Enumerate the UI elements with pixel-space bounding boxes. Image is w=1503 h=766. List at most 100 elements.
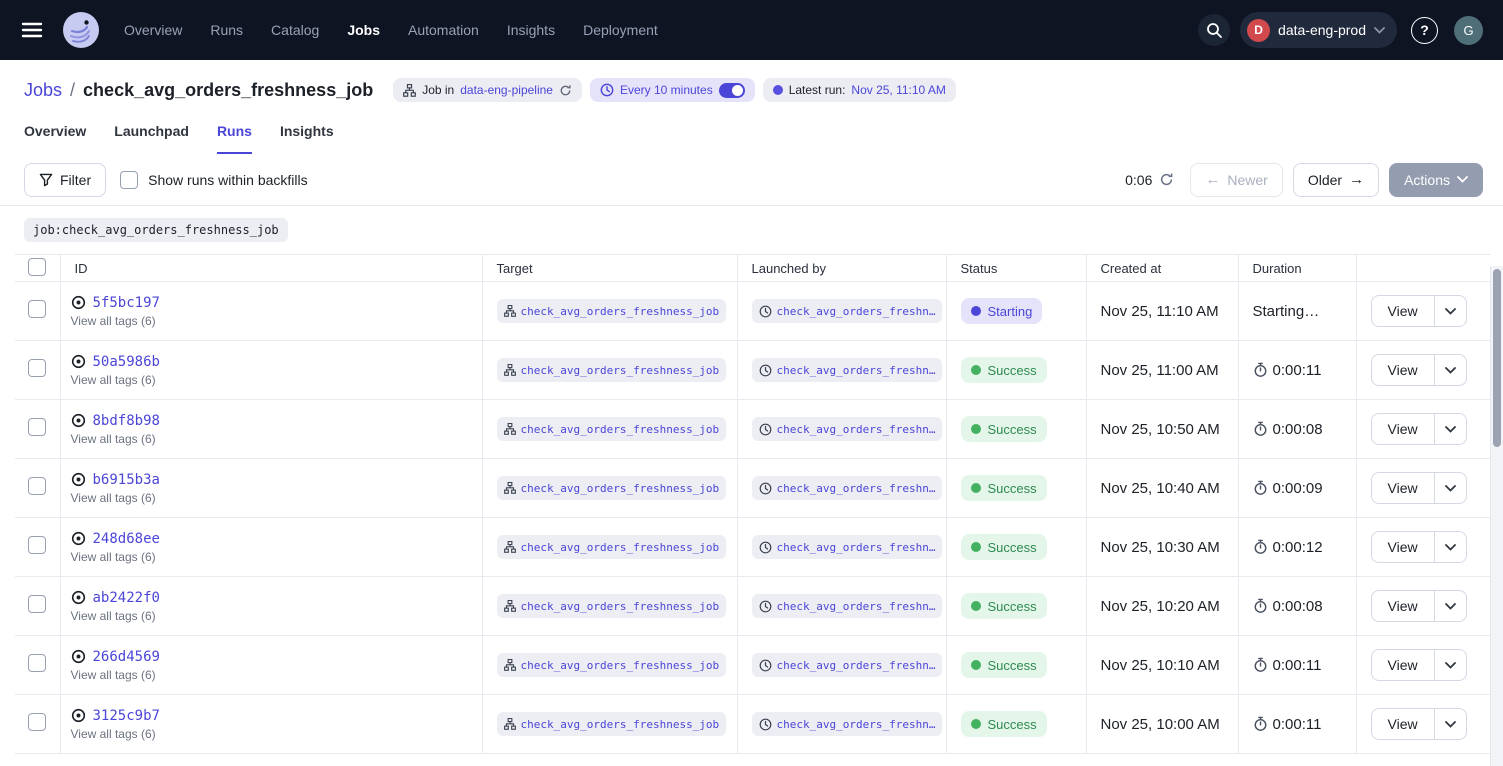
status-badge[interactable]: Success (961, 711, 1047, 737)
nav-item-jobs[interactable]: Jobs (347, 22, 380, 38)
launched-by-pill[interactable]: check_avg_orders_freshn… (752, 594, 943, 618)
view-button[interactable]: View (1372, 355, 1434, 385)
row-checkbox[interactable] (28, 300, 46, 318)
view-all-tags-link[interactable]: View all tags (6) (71, 432, 482, 446)
view-all-tags-link[interactable]: View all tags (6) (71, 550, 482, 564)
reload-icon[interactable] (559, 84, 572, 97)
show-backfills-checkbox[interactable] (120, 171, 138, 189)
view-button[interactable]: View (1372, 296, 1434, 326)
view-button[interactable]: View (1372, 414, 1434, 444)
target-pill[interactable]: check_avg_orders_freshness_job (497, 535, 727, 559)
status-badge[interactable]: Success (961, 475, 1047, 501)
view-button[interactable]: View (1372, 709, 1434, 739)
status-badge[interactable]: Success (961, 416, 1047, 442)
latest-run-link[interactable]: Nov 25, 11:10 AM (851, 83, 946, 97)
view-dropdown-chevron-icon[interactable] (1434, 414, 1466, 444)
launched-by-pill[interactable]: check_avg_orders_freshn… (752, 417, 943, 441)
row-checkbox[interactable] (28, 536, 46, 554)
run-id-link[interactable]: 266d4569 (93, 649, 160, 665)
run-target-icon (71, 590, 86, 605)
target-pill[interactable]: check_avg_orders_freshness_job (497, 476, 727, 500)
launched-by-pill[interactable]: check_avg_orders_freshn… (752, 299, 943, 323)
view-all-tags-link[interactable]: View all tags (6) (71, 727, 482, 741)
clock-icon (759, 659, 772, 672)
dagster-logo-icon[interactable] (62, 11, 100, 49)
search-icon[interactable] (1198, 14, 1230, 46)
view-dropdown-chevron-icon[interactable] (1434, 296, 1466, 326)
view-button[interactable]: View (1372, 532, 1434, 562)
status-badge[interactable]: Starting (961, 298, 1043, 324)
refresh-icon[interactable] (1159, 172, 1174, 187)
arrow-left-icon: ← (1205, 172, 1220, 187)
tab-insights[interactable]: Insights (280, 123, 334, 154)
pipeline-link[interactable]: data-eng-pipeline (460, 83, 553, 97)
run-id-link[interactable]: b6915b3a (93, 472, 160, 488)
view-button[interactable]: View (1372, 473, 1434, 503)
status-badge[interactable]: Success (961, 652, 1047, 678)
nav-item-runs[interactable]: Runs (210, 22, 243, 38)
newer-button[interactable]: ← Newer (1190, 163, 1282, 197)
hamburger-menu-icon[interactable] (18, 16, 46, 44)
actions-button[interactable]: Actions (1389, 163, 1483, 197)
tab-launchpad[interactable]: Launchpad (114, 123, 189, 154)
user-avatar[interactable]: G (1454, 16, 1483, 45)
view-all-tags-link[interactable]: View all tags (6) (71, 668, 482, 682)
target-pill[interactable]: check_avg_orders_freshness_job (497, 417, 727, 441)
view-button[interactable]: View (1372, 650, 1434, 680)
view-all-tags-link[interactable]: View all tags (6) (71, 609, 482, 623)
target-pill[interactable]: check_avg_orders_freshness_job (497, 299, 727, 323)
run-id-link[interactable]: ab2422f0 (93, 590, 160, 606)
run-id-link[interactable]: 3125c9b7 (93, 708, 160, 724)
launched-by-pill[interactable]: check_avg_orders_freshn… (752, 535, 943, 559)
row-checkbox[interactable] (28, 654, 46, 672)
target-pill[interactable]: check_avg_orders_freshness_job (497, 712, 727, 736)
select-all-checkbox[interactable] (28, 258, 46, 276)
help-icon[interactable]: ? (1411, 17, 1438, 44)
row-checkbox[interactable] (28, 713, 46, 731)
nav-item-catalog[interactable]: Catalog (271, 22, 319, 38)
launched-by-pill[interactable]: check_avg_orders_freshn… (752, 653, 943, 677)
target-pill[interactable]: check_avg_orders_freshness_job (497, 653, 727, 677)
tab-overview[interactable]: Overview (24, 123, 86, 154)
status-badge[interactable]: Success (961, 593, 1047, 619)
run-id-link[interactable]: 248d68ee (93, 531, 160, 547)
run-id-link[interactable]: 5f5bc197 (93, 295, 160, 311)
older-button[interactable]: Older → (1293, 163, 1379, 197)
status-badge[interactable]: Success (961, 357, 1047, 383)
nav-item-insights[interactable]: Insights (507, 22, 555, 38)
view-dropdown-chevron-icon[interactable] (1434, 591, 1466, 621)
scrollbar-thumb[interactable] (1493, 269, 1501, 447)
vertical-scrollbar[interactable] (1490, 266, 1503, 766)
run-id-link[interactable]: 8bdf8b98 (93, 413, 160, 429)
job-filter-tag[interactable]: job:check_avg_orders_freshness_job (24, 218, 288, 242)
run-id-link[interactable]: 50a5986b (93, 354, 160, 370)
view-dropdown-chevron-icon[interactable] (1434, 473, 1466, 503)
view-dropdown-chevron-icon[interactable] (1434, 650, 1466, 680)
nav-item-automation[interactable]: Automation (408, 22, 479, 38)
nav-item-overview[interactable]: Overview (124, 22, 182, 38)
view-all-tags-link[interactable]: View all tags (6) (71, 373, 482, 387)
filter-button[interactable]: Filter (24, 163, 106, 197)
row-checkbox[interactable] (28, 418, 46, 436)
row-checkbox[interactable] (28, 595, 46, 613)
tab-runs[interactable]: Runs (217, 123, 252, 154)
launched-by-pill[interactable]: check_avg_orders_freshn… (752, 358, 943, 382)
target-pill[interactable]: check_avg_orders_freshness_job (497, 594, 727, 618)
view-dropdown-chevron-icon[interactable] (1434, 355, 1466, 385)
nav-item-deployment[interactable]: Deployment (583, 22, 658, 38)
status-badge[interactable]: Success (961, 534, 1047, 560)
view-dropdown-chevron-icon[interactable] (1434, 532, 1466, 562)
schedule-toggle[interactable] (719, 83, 745, 98)
view-dropdown-chevron-icon[interactable] (1434, 709, 1466, 739)
breadcrumb-jobs-link[interactable]: Jobs (24, 80, 62, 101)
view-all-tags-link[interactable]: View all tags (6) (71, 314, 482, 328)
target-pill[interactable]: check_avg_orders_freshness_job (497, 358, 727, 382)
view-button[interactable]: View (1372, 591, 1434, 621)
row-checkbox[interactable] (28, 359, 46, 377)
job-badges: Job in data-eng-pipeline Every 10 minute… (393, 78, 956, 102)
row-checkbox[interactable] (28, 477, 46, 495)
view-all-tags-link[interactable]: View all tags (6) (71, 491, 482, 505)
launched-by-pill[interactable]: check_avg_orders_freshn… (752, 476, 943, 500)
org-switcher[interactable]: D data-eng-prod (1240, 12, 1397, 48)
launched-by-pill[interactable]: check_avg_orders_freshn… (752, 712, 943, 736)
